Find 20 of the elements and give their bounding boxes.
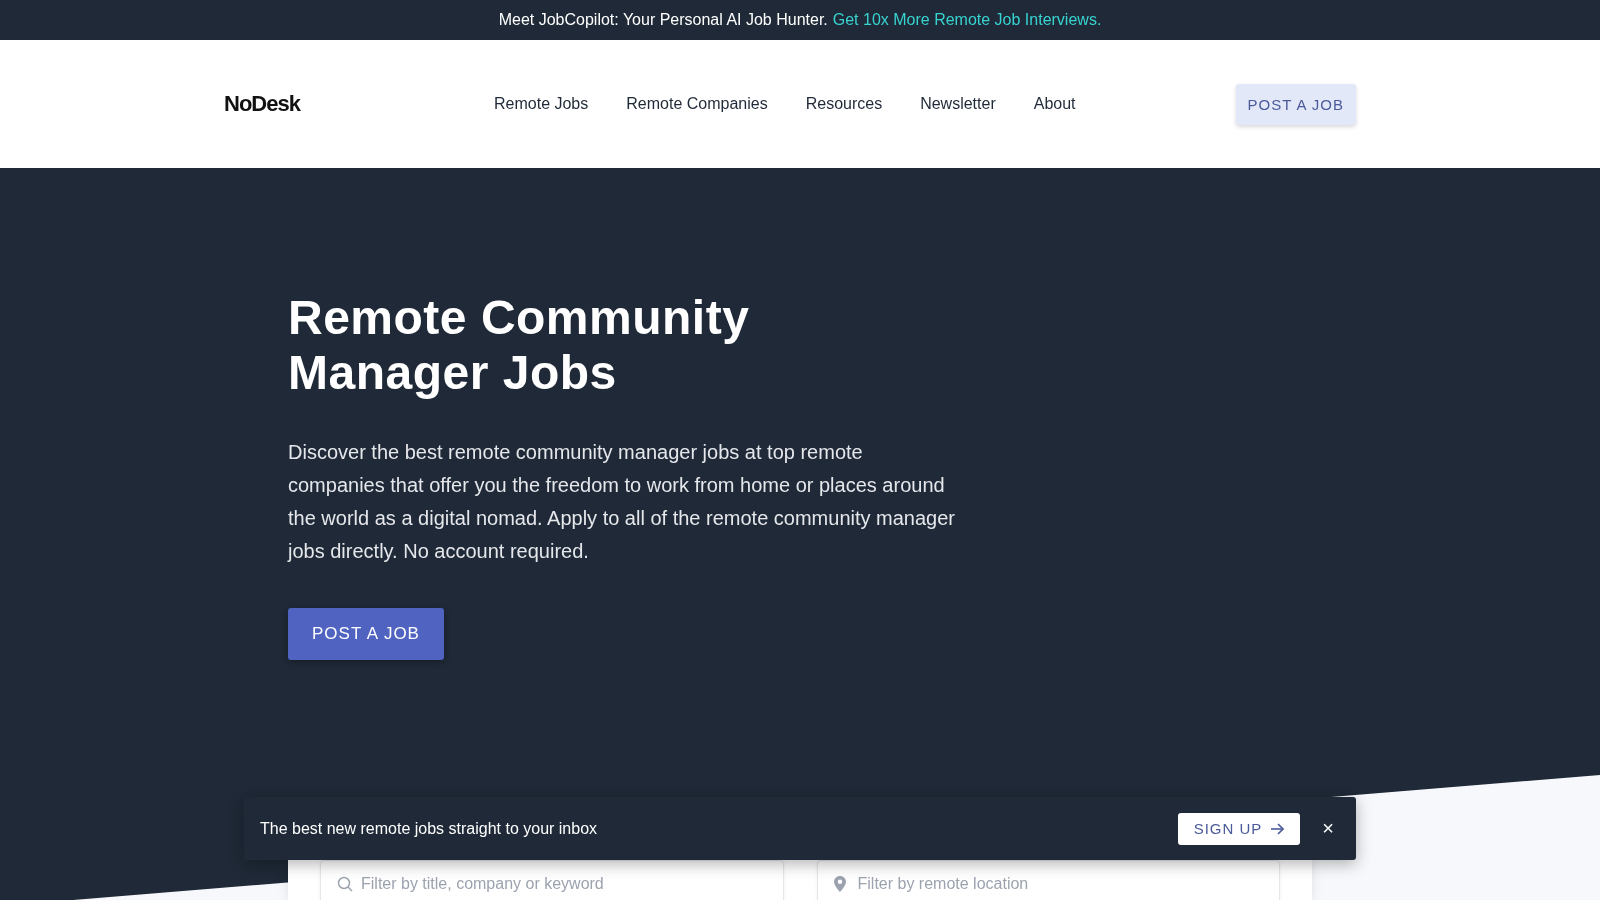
- page-description: Discover the best remote community manager jobs at top remote companies that offer you the freedom to work from home or places around the world as a digital nomad. Apply to all of the remote community manager jobs directly. No account required.: [288, 440, 956, 564]
- post-job-button[interactable]: POST A JOB: [1235, 83, 1356, 125]
- search-field[interactable]: Filter by title, company or keyword: [320, 860, 784, 900]
- post-job-button[interactable]: POST A JOB: [288, 608, 444, 660]
- announcement-link[interactable]: Get 10x More Remote Job Interviews.: [832, 11, 1102, 29]
- nav-link[interactable]: Remote Jobs: [494, 95, 589, 113]
- page-title: Remote Community Manager Jobs: [288, 290, 751, 400]
- announcement-text: Meet JobCopilot: Your Personal AI Job Hunter.: [498, 11, 828, 29]
- nav-link[interactable]: Resources: [805, 95, 883, 113]
- search-icon: [337, 876, 353, 892]
- nav-link[interactable]: Newsletter: [920, 95, 996, 113]
- nav-link[interactable]: About: [1033, 95, 1076, 113]
- newsletter-text: The best new remote jobs straight to your inbox: [260, 819, 599, 838]
- location-pin-icon: [833, 876, 846, 892]
- logo[interactable]: NoDesk: [224, 91, 494, 117]
- arrow-right-icon: [1270, 822, 1285, 835]
- location-field[interactable]: Filter by remote location: [816, 860, 1280, 900]
- close-button[interactable]: ×: [1316, 817, 1340, 840]
- nav-link[interactable]: Remote Companies: [626, 95, 768, 113]
- sign-up-button[interactable]: SIGN UP: [1177, 812, 1301, 845]
